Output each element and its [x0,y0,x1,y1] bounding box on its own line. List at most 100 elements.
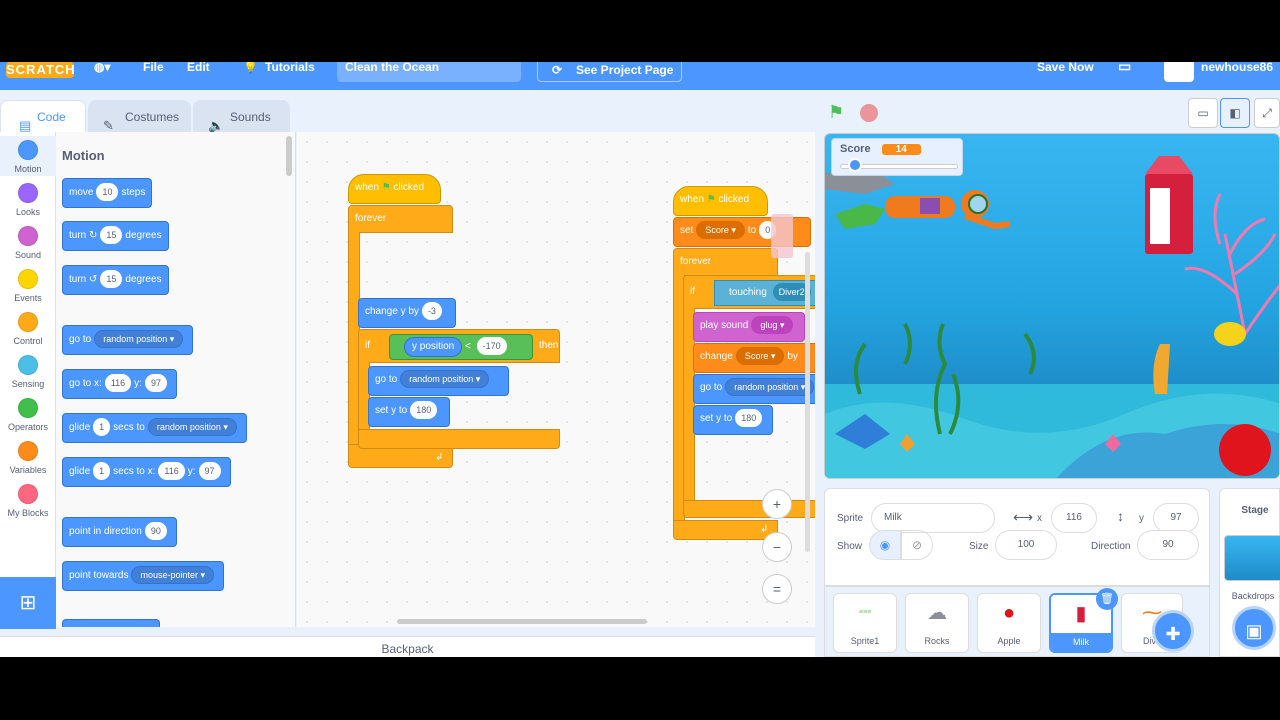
degrees-input[interactable]: 15 [100,226,123,245]
x-input[interactable]: 116 [1051,503,1097,533]
if-then-block[interactable]: if y position < -170 then [358,329,560,363]
script-set-y-block[interactable]: set y to 180 [368,397,450,427]
forever-block-2[interactable]: forever [673,248,778,276]
when-flag-clicked-hat-2[interactable]: when ⚑ clicked [673,186,768,216]
show-hidden-toggle[interactable]: ⊘ [901,530,933,560]
turn-right-block[interactable]: turn ↻ 15 degrees [62,221,169,251]
move-steps-block[interactable]: move 10 steps [62,178,153,208]
show-visible-toggle[interactable]: ◉ [869,530,901,560]
horizontal-scrollbar[interactable] [397,619,647,624]
stage[interactable]: Score 14 [824,133,1280,479]
edit-menu[interactable]: Edit [187,62,210,74]
sound-dropdown[interactable]: glug ▾ [751,316,794,335]
scratch-logo[interactable]: SCRATCH [6,62,75,78]
goto-dropdown[interactable]: random position ▾ [725,378,815,397]
forever-block[interactable]: forever [348,205,453,233]
steps-input[interactable]: 10 [96,183,119,202]
category-operators[interactable]: Operators [0,398,56,432]
script-area[interactable]: when ⚑ clicked forever ↲ change y by -3 i… [297,132,815,627]
backpack[interactable]: Backpack [0,636,815,657]
tab-costumes[interactable]: ✎ Costumes [88,100,191,133]
delete-sprite-button[interactable]: 🗑 [1096,588,1118,610]
change-y-block[interactable]: change y by -3 [358,298,456,328]
glide-block[interactable]: glide 1 secs to random position ▾ [62,413,247,443]
category-motion[interactable]: Motion [0,136,56,176]
globe-icon[interactable]: ◍▾ [94,62,111,74]
zoom-out-button[interactable]: − [762,532,792,562]
vertical-scrollbar[interactable] [805,252,810,552]
category-looks[interactable]: Looks [0,183,56,217]
play-sound-block[interactable]: play sound glug ▾ [693,312,805,342]
palette-scrollbar[interactable] [286,136,292,176]
fullscreen-button[interactable]: ⤢ [1254,98,1280,128]
score-slider-knob[interactable] [848,158,863,172]
sprite-tile-rocks[interactable]: ☁ Rocks [905,593,969,653]
less-than-operator[interactable]: y position < -170 [389,334,533,360]
degrees-input[interactable]: 15 [100,270,123,289]
turn-left-block[interactable]: turn ↺ 15 degrees [62,265,169,295]
variable-dropdown[interactable]: Score ▾ [735,347,785,366]
point-in-direction-block[interactable]: point in direction 90 [62,517,177,547]
point-towards-block[interactable]: point towards mouse-pointer ▾ [62,561,225,591]
sprite-name-input[interactable]: Milk [871,503,995,533]
script2-go-to-block[interactable]: go to random position ▾ [693,374,815,404]
script-go-to-block[interactable]: go to random position ▾ [368,366,509,396]
set-y-input[interactable]: 180 [735,409,763,428]
when-flag-clicked-hat[interactable]: when ⚑ clicked [348,174,441,204]
y-position-reporter[interactable]: y position [404,337,463,357]
sprite-tile-apple[interactable]: ● Apple [977,593,1041,653]
sprite-tile-sprite1[interactable]: ≡≡≡ Sprite1 [833,593,897,653]
variable-dropdown[interactable]: Score ▾ [696,221,745,240]
size-input[interactable]: 100 [995,530,1057,560]
category-sensing[interactable]: Sensing [0,355,56,389]
x-input[interactable]: 116 [104,374,132,393]
y-input[interactable]: 97 [198,462,221,481]
direction-input[interactable]: 90 [1137,530,1199,560]
touching-sensor[interactable]: touching Diver2 [714,280,815,306]
change-variable-block[interactable]: change Score ▾ by [693,343,815,373]
secs-input[interactable]: 1 [93,418,111,437]
script2-set-y-block[interactable]: set y to 180 [693,405,773,435]
direction-input[interactable]: 90 [144,522,167,541]
category-control[interactable]: Control [0,312,56,346]
partial-block[interactable] [62,619,160,627]
project-title-input[interactable]: Clean the Ocean [337,62,521,82]
username[interactable]: newhouse86 [1201,62,1273,74]
goto-dropdown[interactable]: random position ▾ [400,370,490,389]
category-my-blocks[interactable]: My Blocks [0,484,56,518]
backdrop-thumbnail[interactable] [1224,535,1280,581]
add-extension-button[interactable]: ⊞ [0,577,56,629]
glide-xy-block[interactable]: glide 1 secs to x: 116 y: 97 [62,457,231,487]
if-block-2[interactable]: if touching Diver2 [683,275,815,309]
category-sound[interactable]: Sound [0,226,56,260]
x-input[interactable]: 116 [158,462,185,481]
save-now-button[interactable]: Save Now [1037,62,1094,74]
folder-icon[interactable]: ▭ [1118,62,1131,75]
go-to-xy-block[interactable]: go to x: 116 y: 97 [62,369,177,399]
small-stage-button[interactable]: ▭ [1188,98,1218,128]
green-flag-icon[interactable]: ⚑ [828,102,844,123]
avatar[interactable] [1164,62,1194,82]
file-menu[interactable]: File [143,62,164,74]
tab-sounds[interactable]: 🔈 Sounds [193,100,290,133]
towards-dropdown[interactable]: mouse-pointer ▾ [131,566,215,585]
tutorials-button[interactable]: Tutorials [265,62,315,74]
y-input[interactable]: 97 [1153,503,1199,533]
y-input[interactable]: 97 [144,374,167,393]
secs-input[interactable]: 1 [93,462,111,481]
zoom-in-button[interactable]: + [762,489,792,519]
tab-code[interactable]: ▤ Code [0,100,86,133]
category-events[interactable]: Events [0,269,56,303]
change-y-input[interactable]: -3 [421,302,442,321]
stop-icon[interactable] [860,104,878,122]
choose-backdrop-button[interactable]: ▣ [1232,606,1276,650]
see-project-page-button[interactable]: ⟳ See Project Page [537,62,682,82]
set-y-input[interactable]: 180 [410,401,438,420]
zoom-reset-button[interactable]: = [762,574,792,604]
goto-dropdown[interactable]: random position ▾ [94,330,184,349]
go-to-block[interactable]: go to random position ▾ [62,325,194,355]
choose-sprite-button[interactable]: ✚ [1152,610,1194,652]
normal-stage-button[interactable]: ◧ [1220,98,1250,128]
compare-input[interactable]: -170 [476,337,507,356]
category-variables[interactable]: Variables [0,441,56,475]
